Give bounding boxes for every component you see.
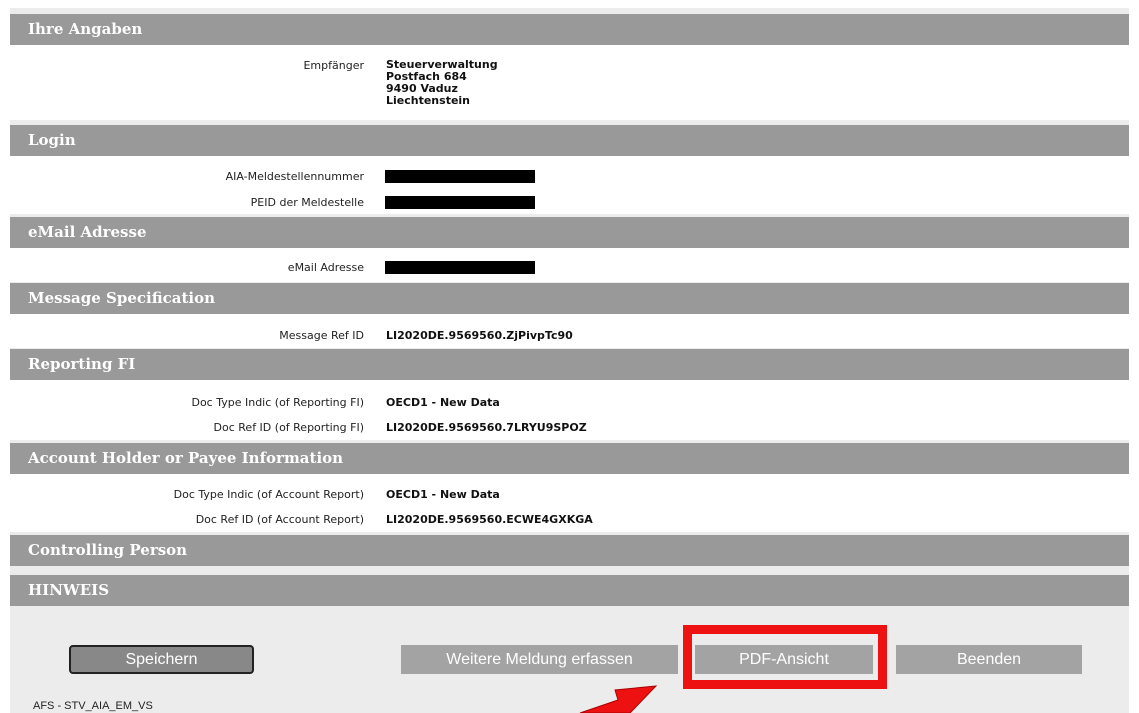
doc-ref-account-label: Doc Ref ID (of Account Report) [195,513,364,526]
doc-type-account-value: OECD1 - New Data [386,488,500,501]
empfaenger-address: Steuerverwaltung Postfach 684 9490 Vaduz… [386,59,498,107]
section-header-message-spec: Message Specification [10,283,1129,314]
save-button[interactable]: Speichern [69,645,254,674]
redacted-field [385,196,535,209]
doc-type-fi-value: OECD1 - New Data [386,396,500,409]
redacted-field [385,170,535,183]
section-header-account-holder: Account Holder or Payee Information [10,443,1129,474]
arrow-icon [579,685,658,713]
section-body-ihre-angaben: Empfänger Steuerverwaltung Postfach 684 … [10,45,1129,120]
new-report-button[interactable]: Weitere Meldung erfassen [401,645,678,674]
section-body-message-spec: Message Ref ID LI2020DE.9569560.ZjPivpTc… [10,314,1129,348]
meldestellennummer-label: AIA-Meldestellennummer [225,170,364,183]
redacted-field [385,261,535,274]
doc-type-fi-label: Doc Type Indic (of Reporting FI) [191,396,364,409]
address-line: Liechtenstein [386,94,471,107]
email-label: eMail Adresse [287,261,364,274]
section-header-reporting-fi: Reporting FI [10,349,1129,380]
footer-code: AFS - STV_AIA_EM_VS [33,700,153,712]
section-header-login: Login [10,125,1129,156]
doc-ref-fi-value: LI2020DE.9569560.7LRYU9SPOZ [386,421,587,434]
section-body-reporting-fi: Doc Type Indic (of Reporting FI) OECD1 -… [10,380,1129,440]
section-header-email: eMail Adresse [10,217,1129,248]
message-ref-id-label: Message Ref ID [279,329,364,342]
exit-button[interactable]: Beenden [896,645,1082,674]
section-header-controlling-person[interactable]: Controlling Person [10,535,1129,566]
section-header-ihre-angaben: Ihre Angaben [10,14,1129,45]
section-body-login: AIA-Meldestellennummer PEID der Meldeste… [10,156,1129,214]
doc-ref-fi-label: Doc Ref ID (of Reporting FI) [213,421,364,434]
empfaenger-label: Empfänger [303,59,364,72]
peid-label: PEID der Meldestelle [250,196,364,209]
section-body-email: eMail Adresse [10,248,1129,282]
section-body-account-holder: Doc Type Indic (of Account Report) OECD1… [10,474,1129,532]
message-ref-id-value: LI2020DE.9569560.ZjPivpTc90 [386,329,573,342]
doc-type-account-label: Doc Type Indic (of Account Report) [173,488,364,501]
pdf-view-button[interactable]: PDF-Ansicht [695,645,873,674]
doc-ref-account-value: LI2020DE.9569560.ECWE4GXKGA [386,513,593,526]
section-header-hinweis[interactable]: HINWEIS [10,575,1129,606]
